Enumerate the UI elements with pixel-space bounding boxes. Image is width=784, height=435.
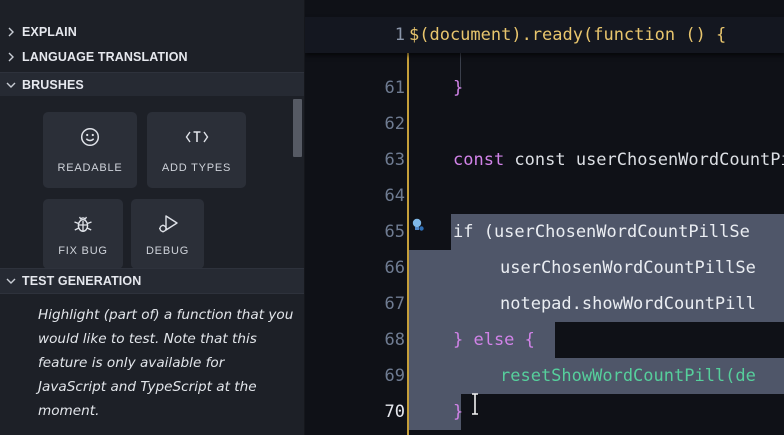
section-explain-label: EXPLAIN — [22, 25, 77, 39]
section-test-generation-header[interactable]: TEST GENERATION — [0, 268, 304, 294]
code-line: const const userChosenWordCountPill — [453, 142, 784, 178]
section-brushes-header[interactable]: BRUSHES — [0, 72, 304, 98]
brush-debug-label: DEBUG — [145, 245, 190, 257]
debug-play-icon — [157, 213, 179, 235]
code-editor[interactable]: 61 62 63 64 65 66 67 68 69 70 } const co… — [305, 0, 784, 435]
type-tag-icon — [185, 126, 209, 148]
lightbulb-icon[interactable] — [411, 217, 425, 233]
code-line: } — [453, 78, 464, 98]
code-line: resetShowWordCountPill(de — [500, 366, 756, 386]
section-language-translation-label: LANGUAGE TRANSLATION — [22, 50, 188, 64]
test-generation-help-text: Highlight (part of) a function that you … — [38, 307, 294, 419]
brush-readable-button[interactable]: READABLE — [43, 112, 137, 188]
line-number: 68 — [384, 330, 405, 350]
code-line: userChosenWordCountPillSe — [500, 258, 756, 278]
code-line: const userChosenWordCountPill — [514, 150, 784, 170]
brushes-scrollbar[interactable] — [293, 99, 302, 157]
section-explain-header[interactable]: EXPLAIN — [0, 20, 304, 44]
brush-fix-bug-button[interactable]: FIX BUG — [43, 199, 123, 269]
code-line: notepad.showWordCountPill — [500, 294, 756, 314]
smiley-icon — [80, 126, 100, 148]
brush-readable-label: READABLE — [57, 162, 123, 174]
gutter-rule — [407, 17, 409, 435]
chevron-down-icon — [0, 80, 22, 90]
sticky-code-line: $(document).ready(function () { — [409, 25, 727, 45]
chevron-right-icon — [0, 27, 22, 37]
code-line: if (userChosenWordCountPillSe — [453, 222, 750, 242]
line-number-active: 70 — [384, 402, 405, 422]
brush-debug-button[interactable]: DEBUG — [131, 199, 204, 269]
code-line: } else { — [453, 330, 535, 350]
section-test-generation-label: TEST GENERATION — [22, 274, 142, 288]
copilot-labs-sidebar: EXPLAIN LANGUAGE TRANSLATION BRUSHES REA… — [0, 0, 305, 435]
line-number: 63 — [384, 150, 405, 170]
section-language-translation-header[interactable]: LANGUAGE TRANSLATION — [0, 45, 304, 69]
section-brushes-label: BRUSHES — [22, 78, 84, 92]
code-line: } — [453, 402, 464, 422]
line-number: 61 — [384, 78, 405, 98]
line-number: 62 — [384, 114, 405, 134]
sticky-line-number: 1 — [394, 25, 405, 45]
line-number: 65 — [384, 222, 405, 242]
bug-icon — [73, 213, 93, 235]
brush-add-types-label: ADD TYPES — [161, 162, 232, 174]
text-cursor-icon — [469, 393, 481, 415]
line-number: 64 — [384, 186, 405, 206]
chevron-right-icon — [0, 52, 22, 62]
line-number: 66 — [384, 258, 405, 278]
line-number: 69 — [384, 366, 405, 386]
line-number: 67 — [384, 294, 405, 314]
brush-add-types-button[interactable]: ADD TYPES — [147, 112, 246, 188]
brush-fix-bug-label: FIX BUG — [58, 245, 108, 257]
chevron-down-icon — [0, 276, 22, 286]
